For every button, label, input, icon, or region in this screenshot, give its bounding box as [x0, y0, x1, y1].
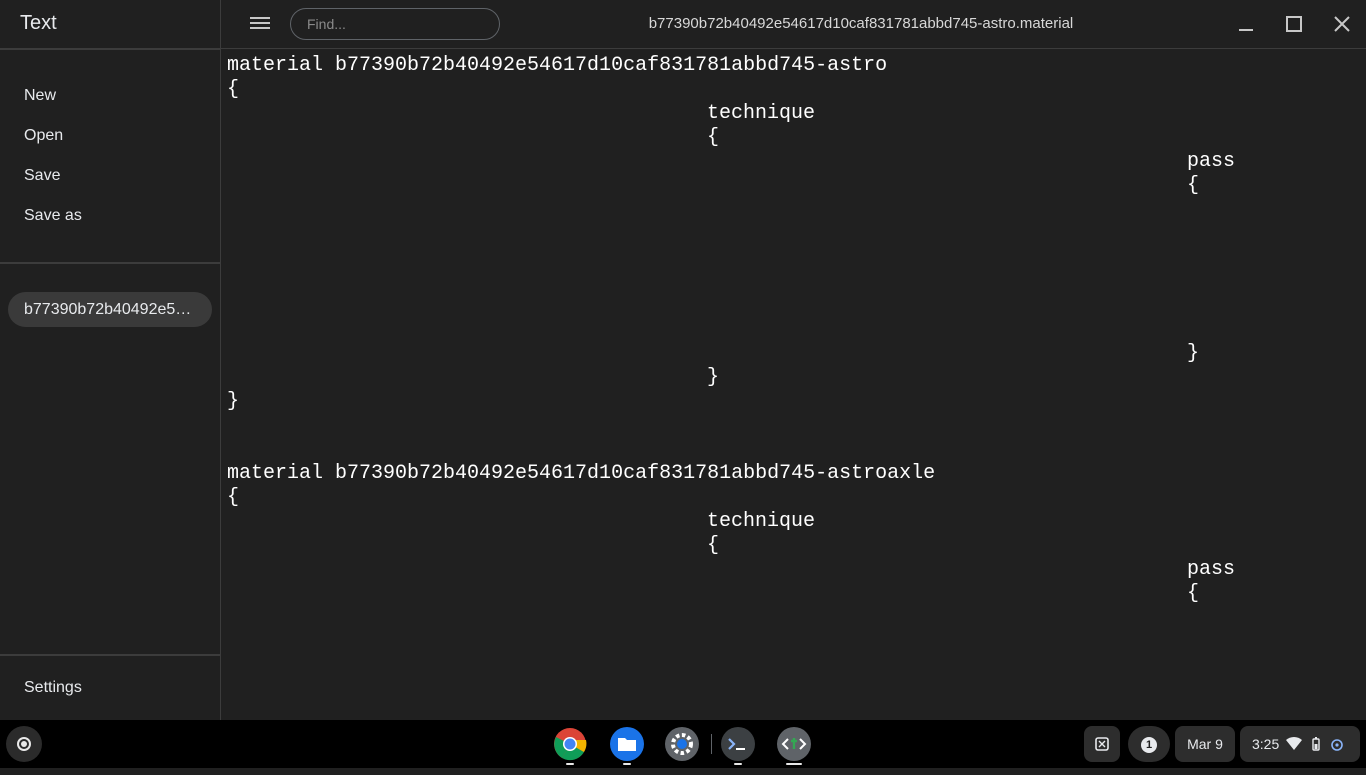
code-line: technique	[707, 510, 816, 533]
sidebar-divider	[0, 262, 220, 264]
code-line: {	[707, 534, 720, 557]
running-indicator	[786, 763, 802, 765]
sidebar: Text New Open Save Save as b77390b72b404…	[0, 0, 221, 720]
save-button[interactable]: Save	[24, 164, 60, 188]
code-line: {	[707, 126, 720, 149]
status-area[interactable]: 3:25	[1240, 726, 1360, 762]
text-editor[interactable]: material b77390b72b40492e54617d10caf8317…	[221, 50, 1366, 720]
code-line: }	[227, 390, 240, 413]
settings-icon[interactable]	[665, 727, 699, 761]
code-line: {	[227, 486, 240, 509]
shelf-separator	[711, 734, 712, 754]
hamburger-menu-icon[interactable]	[249, 14, 271, 34]
files-icon[interactable]	[610, 727, 644, 761]
running-indicator	[623, 763, 631, 765]
open-button[interactable]: Open	[24, 124, 63, 148]
code-line: {	[227, 78, 240, 101]
code-line: }	[707, 366, 720, 389]
code-line: {	[1187, 582, 1200, 605]
code-line: pass	[1187, 150, 1236, 173]
notification-count: 1	[1141, 737, 1157, 754]
minimize-icon[interactable]	[1234, 12, 1258, 36]
text-app-icon[interactable]	[777, 727, 811, 761]
close-icon[interactable]	[1330, 12, 1354, 36]
code-line: technique	[707, 102, 816, 125]
notification-button[interactable]: 1	[1128, 726, 1170, 762]
launcher-button[interactable]	[6, 726, 42, 762]
screen-capture-button[interactable]	[1084, 726, 1120, 762]
app-title: Text	[20, 12, 57, 34]
date-button[interactable]: Mar 9	[1175, 726, 1235, 762]
screen-capture-icon	[1095, 737, 1109, 751]
running-indicator	[566, 763, 574, 765]
clock: 3:25	[1252, 736, 1280, 752]
settings-button[interactable]: Settings	[24, 676, 82, 700]
header-bar: b77390b72b40492e54617d10caf831781abbd745…	[221, 0, 1366, 49]
chrome-icon[interactable]	[553, 727, 587, 761]
code-line: pass	[1187, 558, 1236, 581]
sidebar-divider	[0, 48, 220, 50]
find-input[interactable]	[290, 8, 500, 40]
code-line: }	[1187, 342, 1200, 365]
open-file-tab[interactable]: b77390b72b40492e54617d10caf831781abbd745…	[8, 292, 212, 327]
wifi-icon	[1286, 736, 1302, 750]
maximize-icon[interactable]	[1282, 12, 1306, 36]
document-title: b77390b72b40492e54617d10caf831781abbd745…	[648, 15, 1074, 32]
code-line: material b77390b72b40492e54617d10caf8317…	[227, 54, 888, 77]
launcher-icon	[17, 737, 31, 751]
code-line: {	[1187, 174, 1200, 197]
code-line: material b77390b72b40492e54617d10caf8317…	[227, 462, 936, 485]
status-icons	[1286, 736, 1343, 751]
save-as-button[interactable]: Save as	[24, 204, 82, 228]
running-indicator	[734, 763, 742, 765]
new-button[interactable]: New	[24, 84, 56, 108]
sidebar-divider	[0, 654, 220, 656]
text-app-window: Text New Open Save Save as b77390b72b404…	[0, 0, 1366, 720]
terminal-icon[interactable]	[721, 727, 755, 761]
